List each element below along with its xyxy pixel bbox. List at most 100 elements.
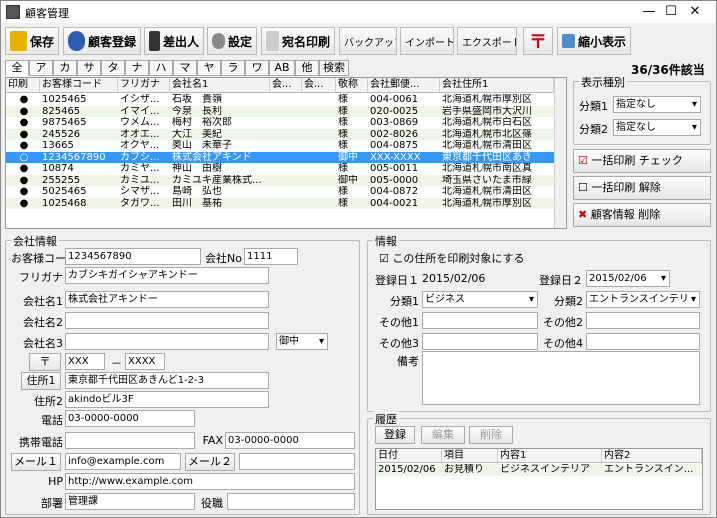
mail2-field[interactable] (239, 453, 355, 470)
company-name3-field[interactable] (65, 333, 269, 350)
company-name1-field[interactable]: 株式会社アキンドー (65, 291, 269, 308)
shrink-view-button[interactable]: 縮小表示 (557, 27, 631, 55)
save-button[interactable]: 保存 (5, 27, 59, 55)
bulk-print-release-button[interactable]: ☐ 一括印刷 解除 (573, 176, 711, 200)
table-row[interactable]: ● 825465 イマイ... 今泉 長利 様 020-0025 岩手県盛岡市大沢川 (6, 105, 554, 117)
role-field[interactable] (227, 493, 355, 510)
furigana-field[interactable]: カブシキガイシャアキンドー (65, 267, 269, 284)
tab-all[interactable]: 全 (5, 60, 29, 76)
postal-code-2[interactable]: XXXX (125, 353, 165, 370)
tab-ra[interactable]: ラ (221, 60, 245, 76)
tab-ma[interactable]: マ (173, 60, 197, 76)
table-cell (270, 140, 302, 152)
postal-mark-button[interactable]: 〒 (523, 27, 553, 55)
export-button[interactable]: エクスポート (457, 27, 517, 55)
table-cell: 株式会社アキンド (172, 151, 252, 163)
tab-ka[interactable]: カ (53, 60, 77, 76)
table-cell: ● (19, 105, 29, 117)
code-field[interactable]: 1234567890 (65, 248, 201, 265)
table-row[interactable]: ● 9875465 ウメム... 梅村 裕次郎 様 003-0869 北海道札幌市白石区 (6, 117, 554, 129)
col-code[interactable]: お客様コード (40, 78, 118, 93)
table-row[interactable]: ○ 1234567890 カブシ... 株式会社アキンド 御中 XXX-XXXX 東京都千代… (6, 151, 554, 163)
department-field[interactable]: 管理課 (65, 493, 195, 510)
table-row[interactable]: ● 1025468 タガワ... 田川 基祐 様 004-0021 北海道札幌市厚別区 (6, 197, 554, 209)
table-row[interactable]: ● 13665 オクヤ... 奥山 未華子 様 004-0875 北海道札幌市清田区 (6, 140, 554, 152)
tab-other[interactable]: 他 (295, 60, 319, 76)
history-register-button[interactable]: 登録 (375, 426, 415, 444)
honorific-select[interactable]: 御中 (276, 333, 328, 350)
mobile-field[interactable] (65, 432, 195, 449)
mail1-button[interactable]: メール１ (11, 453, 61, 471)
table-row[interactable]: ● 10874 カミヤ... 神山 由樹 様 005-0011 北海道札幌市南区真 (6, 163, 554, 175)
tab-a[interactable]: ア (29, 60, 53, 76)
tab-ha[interactable]: ハ (149, 60, 173, 76)
register-customer-button[interactable]: 顧客登録 (63, 27, 141, 55)
tel-field[interactable]: 03-0000-0000 (65, 410, 195, 427)
reg-date2-picker[interactable]: 2015/02/06 (586, 270, 670, 287)
display-cat2-select[interactable]: 指定なし (613, 119, 701, 136)
postal-code-1[interactable]: XXX (65, 353, 105, 370)
history-col-content2[interactable]: 内容2 (602, 449, 702, 464)
import-button[interactable]: インポート (400, 27, 454, 55)
print-address-button[interactable]: 宛名印刷 (261, 27, 335, 55)
pen-icon (149, 31, 160, 51)
company-no-field[interactable]: 1111 (244, 248, 298, 265)
address1-field[interactable]: 東京都千代田区あきんど1-2-3 (65, 372, 269, 389)
company-info-title: 会社情報 (11, 233, 59, 249)
other4-field[interactable] (586, 333, 700, 350)
other1-field[interactable] (422, 312, 538, 329)
col-print[interactable]: 印刷 (6, 78, 40, 93)
mail1-field[interactable]: info@example.com (65, 453, 181, 470)
table-row[interactable]: ● 1025465 イシザ... 石坂 貴嶺 様 004-0061 北海道札幌市厚別区 (6, 94, 554, 106)
tab-ta[interactable]: タ (101, 60, 125, 76)
hp-field[interactable]: http://www.example.com (65, 473, 355, 490)
history-col-item[interactable]: 項目 (442, 449, 498, 464)
delete-customer-button[interactable]: ✖ 顧客情報 削除 (573, 203, 711, 227)
sender-button[interactable]: 差出人 (144, 27, 204, 55)
company-name2-field[interactable] (65, 312, 269, 329)
table-cell: カミユ... (120, 174, 160, 186)
print-target-checkbox[interactable]: ☑ この住所を印刷対象にする (379, 250, 524, 266)
history-delete-button[interactable]: 削除 (469, 426, 513, 444)
postal-lookup-button[interactable]: 〒 (29, 353, 61, 371)
history-row[interactable]: 2015/02/06 お見積り ビジネスインテリア エントランスイン... (376, 464, 702, 476)
col-name1[interactable]: 会社名1 (170, 78, 270, 93)
mail2-button[interactable]: メール２ (185, 453, 235, 471)
grid-vertical-scrollbar[interactable] (554, 78, 566, 228)
history-table[interactable]: 日付 項目 内容1 内容2 2015/02/06 お見積り ビジネスインテリア … (375, 448, 703, 510)
col-honorific[interactable]: 敬称 (336, 78, 368, 93)
tab-search[interactable]: 検索 (319, 60, 349, 76)
address2-field[interactable]: akindoビル3F (65, 391, 269, 408)
col-name2[interactable]: 会... (270, 78, 302, 93)
customer-grid[interactable]: 印刷 お客様コード フリガナ 会社名1 会... 会... 敬称 会社郵便...… (5, 77, 567, 229)
col-furigana[interactable]: フリガナ (118, 78, 170, 93)
other2-field[interactable] (586, 312, 700, 329)
info-cat2-select[interactable]: エントランスインテリ (586, 291, 700, 308)
note-field[interactable] (422, 351, 700, 405)
info-cat1-select[interactable]: ビジネス (422, 291, 538, 308)
table-row[interactable]: ● 5025465 シマザ... 島崎 弘也 様 004-0872 北海道札幌市清田区 (6, 186, 554, 198)
table-row[interactable]: ● 255255 カミユ... カミユキ産業株式... 御中 005-0000 埼玉県さいた… (6, 174, 554, 186)
backup-button[interactable]: バックアップ (339, 27, 397, 55)
history-col-content1[interactable]: 内容1 (498, 449, 602, 464)
other3-field[interactable] (422, 333, 538, 350)
address1-button[interactable]: 住所1 (21, 372, 61, 390)
col-name3[interactable]: 会... (302, 78, 336, 93)
settings-button[interactable]: 設定 (207, 27, 257, 55)
tab-na[interactable]: ナ (125, 60, 149, 76)
tab-wa[interactable]: ワ (245, 60, 269, 76)
info-title: 情報 (373, 233, 399, 249)
history-edit-button[interactable]: 編集 (421, 426, 465, 444)
bulk-print-check-button[interactable]: ☑ 一括印刷 チェック (573, 149, 711, 173)
tab-sa[interactable]: サ (77, 60, 101, 76)
close-button[interactable]: ✕ (673, 1, 717, 23)
fax-field[interactable]: 03-0000-0000 (225, 432, 355, 449)
table-row[interactable]: ● 245526 オオエ... 大江 美紀 様 002-8026 北海道札幌市北区篠 (6, 128, 554, 140)
tab-ya[interactable]: ヤ (197, 60, 221, 76)
history-col-date[interactable]: 日付 (376, 449, 442, 464)
col-postal[interactable]: 会社郵便... (368, 78, 440, 93)
table-cell (302, 140, 336, 152)
display-cat1-select[interactable]: 指定なし (613, 96, 701, 113)
tab-ab[interactable]: AB (269, 60, 295, 76)
col-address1[interactable]: 会社住所1 (440, 78, 554, 93)
